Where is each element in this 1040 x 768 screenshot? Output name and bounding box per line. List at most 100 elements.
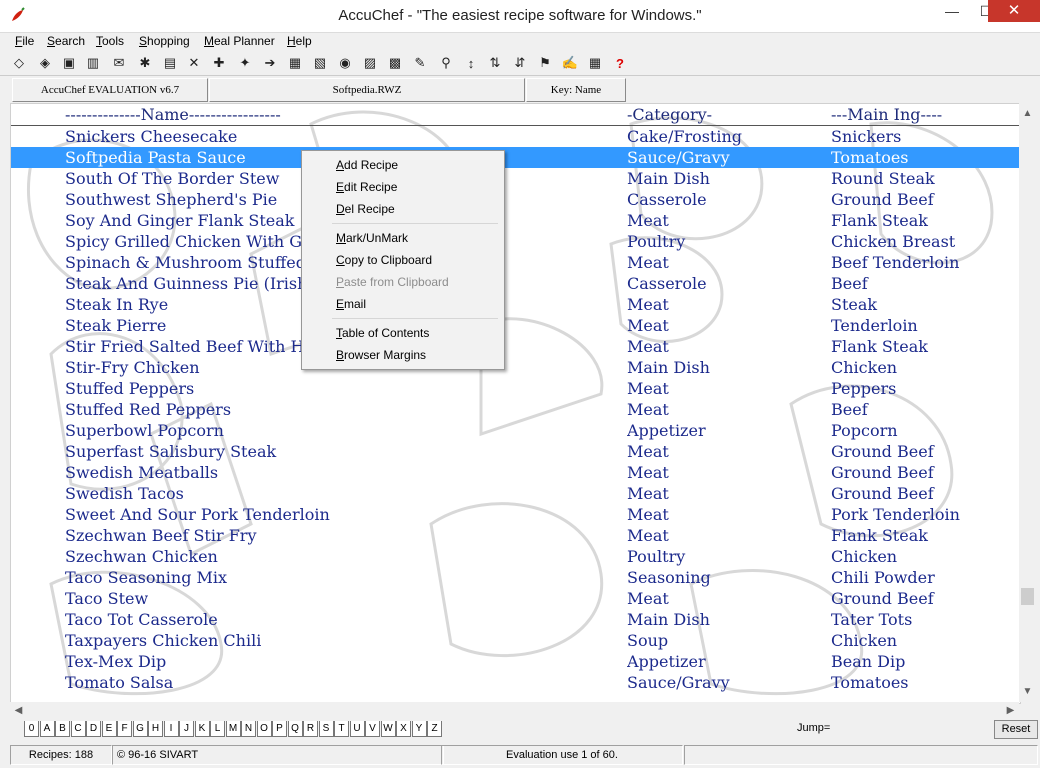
ctx-email[interactable]: Email	[336, 297, 366, 311]
sort-az-icon[interactable]: ↕	[462, 54, 480, 72]
table-row[interactable]: Taco Seasoning Mix Seasoning Chili Powder	[11, 567, 1020, 588]
search-recipe-icon[interactable]: ⚲	[437, 54, 455, 72]
alpha-tab[interactable]: C	[70, 721, 86, 737]
filter-icon[interactable]: ✎	[411, 54, 429, 72]
ctx-del-recipe[interactable]: Del Recipe	[336, 202, 395, 216]
scroll-right-icon[interactable]: ▶	[1002, 702, 1019, 719]
alpha-tab[interactable]: P	[272, 721, 287, 737]
ctx-browser-margins[interactable]: Browser Margins	[336, 348, 426, 362]
alpha-tab[interactable]: U	[349, 721, 365, 737]
tools-icon[interactable]: ✱	[136, 54, 154, 72]
open-book-icon[interactable]: ◇	[10, 54, 28, 72]
sort-az-2-icon[interactable]: ⇵	[511, 54, 529, 72]
alpha-tab[interactable]: Q	[287, 721, 303, 737]
table-row[interactable]: Tomato Salsa Sauce/Gravy Tomatoes	[11, 672, 1020, 693]
alpha-tab[interactable]: S	[318, 721, 334, 737]
notes-icon[interactable]: ✍	[561, 54, 579, 72]
alpha-tab[interactable]: E	[101, 721, 117, 737]
alpha-tab[interactable]: V	[365, 721, 380, 737]
table-row[interactable]: South Of The Border Stew Main Dish Round S…	[11, 168, 1020, 189]
scroll-up-icon[interactable]: ▲	[1019, 105, 1036, 122]
menu-help[interactable]: Help	[287, 34, 312, 48]
alpha-tab[interactable]: Y	[411, 721, 427, 737]
table-row[interactable]: Spicy Grilled Chicken With Gr Poultry Chic…	[11, 231, 1020, 252]
sort-za-icon[interactable]: ⇅	[486, 54, 504, 72]
cart-icon[interactable]: ⚑	[536, 54, 554, 72]
recipe-list[interactable]: --------------Name----------------- -Cat…	[10, 103, 1021, 704]
scroll-thumb[interactable]	[1021, 588, 1034, 605]
printer-icon[interactable]: ▦	[286, 54, 304, 72]
alpha-tab[interactable]: G	[132, 721, 148, 737]
table-row[interactable]: Steak Pierre Meat Tenderloin	[11, 315, 1020, 336]
table-row[interactable]: Taxpayers Chicken Chili Soup Chicken	[11, 630, 1020, 651]
printer-2-icon[interactable]: ▧	[311, 54, 329, 72]
table-row[interactable]: Sweet And Sour Pork Tenderloin Meat Pork T…	[11, 504, 1020, 525]
table-row[interactable]: Taco Stew Meat Ground Beef	[11, 588, 1020, 609]
table-row[interactable]: Taco Tot Casserole Main Dish Tater Tots	[11, 609, 1020, 630]
alpha-tab[interactable]: O	[256, 721, 272, 737]
wand-icon[interactable]: ✦	[236, 54, 254, 72]
table-row[interactable]: Superfast Salisbury Steak Meat Ground Beef	[11, 441, 1020, 462]
calendar-icon[interactable]: ▦	[586, 54, 604, 72]
table-row[interactable]: Softpedia Pasta Sauce Sauce/Gravy Tomatoes	[11, 147, 1020, 168]
alpha-tab[interactable]: B	[55, 721, 70, 737]
menu-tools[interactable]: Tools	[96, 34, 124, 48]
table-row[interactable]: Szechwan Chicken Poultry Chicken	[11, 546, 1020, 567]
table-row[interactable]: Snickers Cheesecake Cake/Frosting Snickers	[11, 126, 1020, 147]
menu-shopping[interactable]: Shopping	[139, 34, 190, 48]
table-row[interactable]: Steak In Rye Meat Steak	[11, 294, 1020, 315]
column-header-category[interactable]: -Category-	[627, 105, 712, 124]
table-row[interactable]: Swedish Meatballs Meat Ground Beef	[11, 462, 1020, 483]
menu-meal-planner[interactable]: Meal Planner	[204, 34, 275, 48]
table-row[interactable]: Superbowl Popcorn Appetizer Popcorn	[11, 420, 1020, 441]
table-row[interactable]: Steak And Guinness Pie (Irish Casserole Be…	[11, 273, 1020, 294]
alpha-tab[interactable]: N	[241, 721, 256, 737]
alpha-tab[interactable]: H	[148, 721, 163, 737]
alpha-tab[interactable]: D	[86, 721, 101, 737]
alpha-tab[interactable]: A	[39, 721, 55, 737]
view-icon[interactable]: ◉	[336, 54, 354, 72]
alpha-tab[interactable]: T	[334, 721, 349, 737]
alpha-tab[interactable]: W	[380, 721, 396, 737]
ctx-add-recipe[interactable]: Add Recipe	[336, 158, 398, 172]
add-recipe-icon[interactable]: ✚	[210, 54, 228, 72]
menu-file[interactable]: File	[15, 34, 34, 48]
ctx-edit-recipe[interactable]: Edit Recipe	[336, 180, 397, 194]
ctx-mark-unmark[interactable]: Mark/UnMark	[336, 231, 408, 245]
card-2-icon[interactable]: ▩	[386, 54, 404, 72]
menu-search[interactable]: Search	[47, 34, 85, 48]
alpha-tab[interactable]: K	[194, 721, 210, 737]
alpha-tab[interactable]: X	[396, 721, 411, 737]
alpha-tab[interactable]: M	[225, 721, 241, 737]
save-icon[interactable]: ▣	[60, 54, 78, 72]
help-icon[interactable]: ?	[611, 54, 629, 72]
alpha-tab[interactable]: J	[179, 721, 194, 737]
ctx-table-of-contents[interactable]: Table of Contents	[336, 326, 429, 340]
card-icon[interactable]: ▨	[361, 54, 379, 72]
open-book-2-icon[interactable]: ◈	[36, 54, 54, 72]
scroll-left-icon[interactable]: ◀	[10, 702, 27, 719]
table-row[interactable]: Swedish Tacos Meat Ground Beef	[11, 483, 1020, 504]
horizontal-scrollbar[interactable]: ◀ ▶	[10, 702, 1019, 719]
table-row[interactable]: Spinach & Mushroom Stuffed Meat Beef Tende…	[11, 252, 1020, 273]
column-header-ingredient[interactable]: ---Main Ing----	[831, 105, 942, 124]
alpha-tab[interactable]: I	[163, 721, 179, 737]
alpha-tab[interactable]: R	[303, 721, 318, 737]
table-row[interactable]: Stuffed Peppers Meat Peppers	[11, 378, 1020, 399]
trash-icon[interactable]: ▥	[84, 54, 102, 72]
vertical-scrollbar[interactable]: ▲ ▼	[1019, 103, 1036, 702]
table-row[interactable]: Tex-Mex Dip Appetizer Bean Dip	[11, 651, 1020, 672]
print-list-icon[interactable]: ▤	[161, 54, 179, 72]
table-row[interactable]: Stir Fried Salted Beef With Ho Meat Flank …	[11, 336, 1020, 357]
scroll-down-icon[interactable]: ▼	[1019, 683, 1036, 700]
mail-icon[interactable]: ✉	[110, 54, 128, 72]
cut-icon[interactable]: ✕	[185, 54, 203, 72]
alpha-tab[interactable]: Z	[427, 721, 442, 737]
export-icon[interactable]: ➔	[261, 54, 279, 72]
table-row[interactable]: Soy And Ginger Flank Steak Meat Flank Stea…	[11, 210, 1020, 231]
table-row[interactable]: Stir-Fry Chicken Main Dish Chicken	[11, 357, 1020, 378]
table-row[interactable]: Stuffed Red Peppers Meat Beef	[11, 399, 1020, 420]
alpha-tab[interactable]: 0	[24, 721, 39, 737]
table-row[interactable]: Southwest Shepherd's Pie Casserole Ground …	[11, 189, 1020, 210]
close-button[interactable]: ✕	[988, 0, 1040, 22]
